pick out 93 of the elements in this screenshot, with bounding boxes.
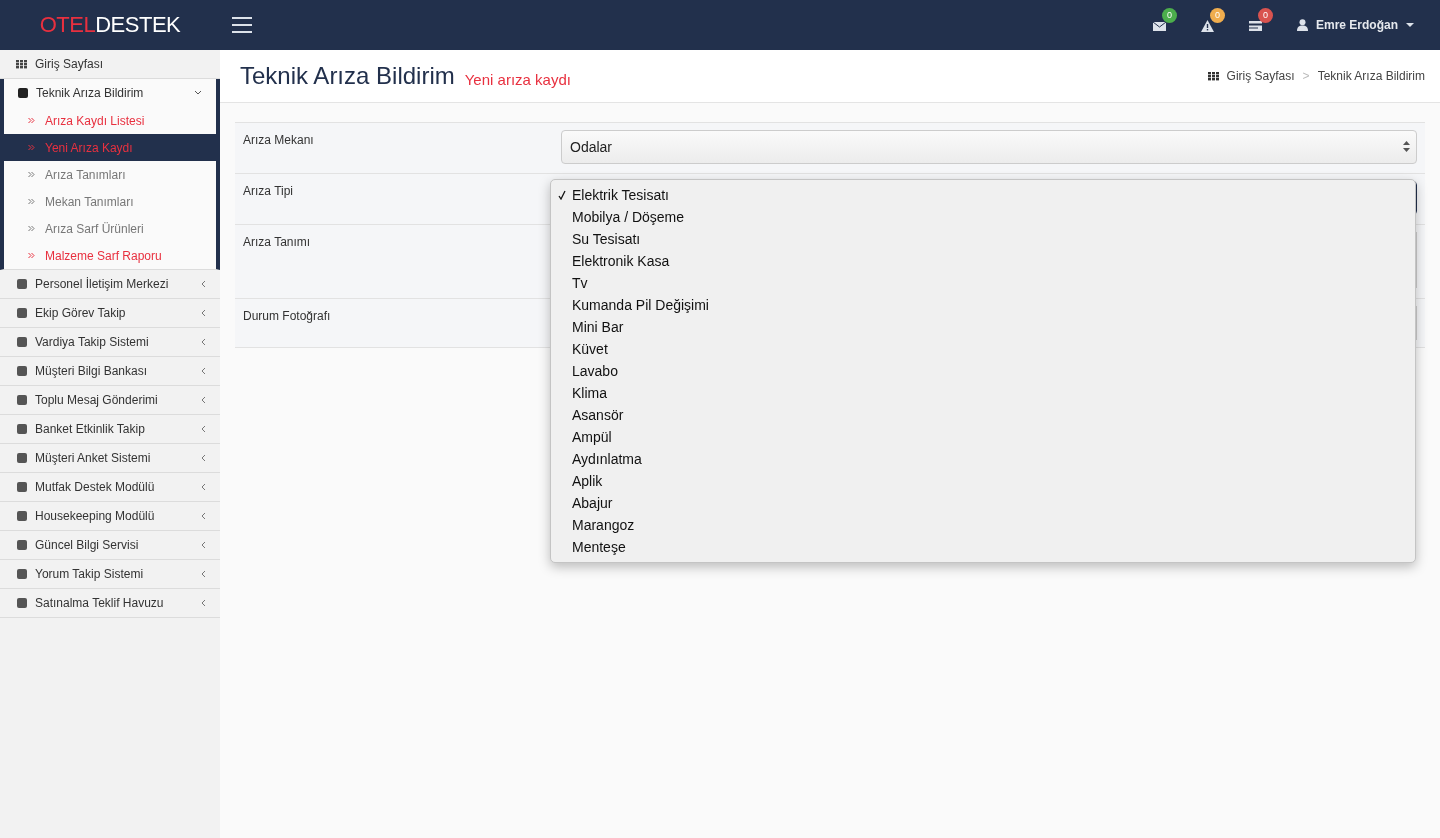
chevron-left-icon [201, 367, 206, 375]
chevron-left-icon [201, 599, 206, 607]
menu-item[interactable]: Müşteri Anket Sistemi [0, 444, 220, 473]
square-icon [17, 511, 27, 521]
page-subtitle: Yeni arıza kaydı [464, 70, 571, 88]
breadcrumb-item[interactable]: Giriş Sayfası [1226, 69, 1295, 83]
dropdown-option[interactable]: Asansör [551, 404, 1415, 426]
menu-item[interactable]: Teknik Arıza Bildirim [4, 79, 216, 107]
square-icon [17, 337, 27, 347]
chevron-down-icon [194, 90, 202, 96]
dropdown-option[interactable]: Kumanda Pil Değişimi [551, 294, 1415, 316]
double-chevron-icon [28, 225, 35, 232]
chevron-left-icon [201, 280, 206, 288]
dropdown-option[interactable]: Abajur [551, 492, 1415, 514]
menu-item[interactable]: Housekeeping Modülü [0, 502, 220, 531]
double-chevron-icon [28, 171, 35, 178]
warning-icon [1200, 20, 1214, 32]
dropdown-option[interactable]: Elektrik Tesisatı [551, 184, 1415, 206]
menu-item[interactable]: Satınalma Teklif Havuzu [0, 589, 220, 618]
menu-item[interactable]: Banket Etkinlik Takip [0, 415, 220, 444]
square-icon [17, 424, 27, 434]
menu-item[interactable]: Vardiya Takip Sistemi [0, 328, 220, 357]
count-badge: 0 [1161, 8, 1177, 23]
dropdown-option[interactable]: Mobilya / Döşeme [551, 206, 1415, 228]
dropdown-option[interactable]: Tv [551, 272, 1415, 294]
count-badge: 0 [1257, 8, 1273, 23]
chevron-left-icon [201, 454, 206, 462]
chevron-left-icon [201, 396, 206, 404]
square-icon [17, 540, 27, 550]
select-field[interactable]: Odalar [561, 130, 1417, 164]
square-icon [17, 598, 27, 608]
chevron-left-icon [201, 483, 206, 491]
menu-item[interactable]: Güncel Bilgi Servisi [0, 531, 220, 560]
menu-item[interactable]: Toplu Mesaj Gönderimi [0, 386, 220, 415]
dropdown-option[interactable]: Ampül [551, 426, 1415, 448]
submenu-item[interactable]: Malzeme Sarf Raporu [4, 242, 216, 269]
breadcrumb-separator: > [1302, 69, 1310, 83]
dropdown-option[interactable]: Küvet [551, 338, 1415, 360]
chevron-left-icon [201, 309, 206, 317]
square-icon [17, 482, 27, 492]
dropdown-option[interactable]: Lavabo [551, 360, 1415, 382]
field-label: Arıza Tanımı [242, 234, 312, 251]
dropdown-option[interactable]: Marangoz [551, 514, 1415, 536]
double-chevron-icon [28, 198, 35, 205]
dropdown-option[interactable]: Menteşe [551, 536, 1415, 558]
dropdown-option[interactable]: Su Tesisatı [551, 228, 1415, 250]
square-icon [17, 395, 27, 405]
dropdown-option[interactable]: Aplik [551, 470, 1415, 492]
page-title: Teknik Arıza Bildirim [240, 62, 455, 90]
card-icon [1248, 21, 1262, 31]
updown-arrows-icon [1403, 141, 1410, 152]
double-chevron-icon [28, 117, 35, 124]
menu-item[interactable]: Müşteri Bilgi Bankası [0, 357, 220, 386]
double-chevron-icon [28, 252, 35, 259]
envelope-icon [1152, 21, 1166, 31]
square-icon [17, 308, 27, 318]
dropdown-option[interactable]: Klima [551, 382, 1415, 404]
square-icon [18, 88, 28, 98]
chevron-left-icon [201, 512, 206, 520]
submenu-item[interactable]: Arıza Kaydı Listesi [4, 107, 216, 134]
grid-icon [16, 59, 27, 69]
menu-item[interactable]: Ekip Görev Takip [0, 299, 220, 328]
square-icon [17, 569, 27, 579]
menu-item[interactable]: Mutfak Destek Modülü [0, 473, 220, 502]
dropdown-option[interactable]: Aydınlatma [551, 448, 1415, 470]
caret-icon [1406, 23, 1414, 27]
chevron-left-icon [201, 541, 206, 549]
checkmark-icon [557, 189, 566, 200]
dropdown-option[interactable]: Mini Bar [551, 316, 1415, 338]
logo: OTELDESTEK [38, 12, 182, 38]
breadcrumb-item: Teknik Arıza Bildirim [1317, 69, 1425, 83]
menu-button[interactable] [232, 17, 252, 33]
chevron-left-icon [201, 425, 206, 433]
submenu-item[interactable]: Arıza Tanımları [4, 161, 216, 188]
submenu-item[interactable]: Arıza Sarf Ürünleri [4, 215, 216, 242]
submenu-item[interactable]: Mekan Tanımları [4, 188, 216, 215]
field-label: Arıza Mekanı [242, 132, 315, 149]
chevron-left-icon [201, 338, 206, 346]
user-icon [1296, 19, 1308, 31]
square-icon [17, 279, 27, 289]
field-label: Durum Fotoğrafı [242, 308, 332, 325]
menu-item[interactable]: Personel İletişim Merkezi [0, 270, 220, 299]
notification-button[interactable]: 0 [1248, 8, 1275, 34]
field-label: Arıza Tipi [242, 183, 294, 200]
square-icon [17, 366, 27, 376]
user-menu-button[interactable]: Emre Erdoğan [1296, 18, 1414, 32]
count-badge: 0 [1209, 8, 1225, 23]
square-icon [17, 453, 27, 463]
dropdown-option[interactable]: Elektronik Kasa [551, 250, 1415, 272]
grid-icon [1207, 71, 1219, 81]
double-chevron-icon [28, 144, 35, 151]
menu-item[interactable]: Yorum Takip Sistemi [0, 560, 220, 589]
chevron-left-icon [201, 570, 206, 578]
